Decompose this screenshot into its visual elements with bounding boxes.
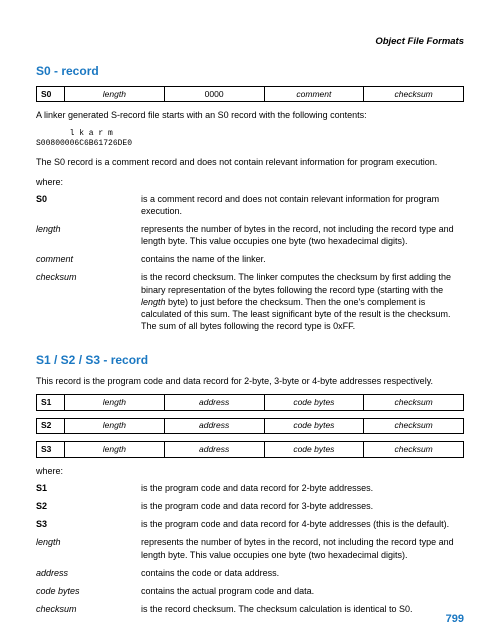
cell-checksum: checksum	[364, 395, 464, 410]
def-term: code bytes	[36, 585, 141, 603]
def-desc: is the record checksum. The linker compu…	[141, 271, 464, 338]
def-term: S1	[36, 482, 141, 500]
s0-heading: S0 - record	[36, 63, 464, 79]
def-desc: contains the code or data address.	[141, 567, 464, 585]
def-desc: is the program code and data record for …	[141, 518, 464, 536]
s123-heading: S1 / S2 / S3 - record	[36, 352, 464, 368]
def-term: S3	[36, 518, 141, 536]
cell-length: length	[65, 87, 165, 102]
def-term: checksum	[36, 271, 141, 338]
s0-where-label: where:	[36, 176, 464, 188]
s123-definition-list: S1 is the program code and data record f…	[36, 482, 464, 621]
def-term: S0	[36, 193, 141, 223]
s123-where-label: where:	[36, 465, 464, 477]
def-desc: is the program code and data record for …	[141, 482, 464, 500]
cell-length: length	[65, 395, 165, 410]
def-desc: is a comment record and does not contain…	[141, 193, 464, 223]
cell-length: length	[65, 442, 165, 457]
s0-note: The S0 record is a comment record and do…	[36, 156, 464, 168]
page-number: 799	[446, 612, 464, 627]
cell-s3: S3	[37, 442, 65, 457]
cell-address: address	[164, 395, 264, 410]
cell-address: address	[164, 418, 264, 433]
s1-record-table: S1 length address code bytes checksum	[36, 394, 464, 410]
def-desc: represents the number of bytes in the re…	[141, 223, 464, 253]
def-desc: contains the name of the linker.	[141, 253, 464, 271]
cell-comment: comment	[264, 87, 364, 102]
cell-address: address	[164, 442, 264, 457]
cell-checksum: checksum	[364, 87, 464, 102]
def-term: checksum	[36, 603, 141, 621]
cell-0000: 0000	[164, 87, 264, 102]
cell-checksum: checksum	[364, 418, 464, 433]
cell-codebytes: code bytes	[264, 442, 364, 457]
s123-intro: This record is the program code and data…	[36, 375, 464, 387]
cell-s2: S2	[37, 418, 65, 433]
def-desc: is the program code and data record for …	[141, 500, 464, 518]
def-term: length	[36, 223, 141, 253]
def-term: length	[36, 536, 141, 566]
cell-checksum: checksum	[364, 442, 464, 457]
def-term: S2	[36, 500, 141, 518]
cell-s1: S1	[37, 395, 65, 410]
page-content: Object File Formats S0 - record S0 lengt…	[0, 0, 500, 641]
page-header: Object File Formats	[36, 36, 464, 49]
def-desc: contains the actual program code and dat…	[141, 585, 464, 603]
s2-record-table: S2 length address code bytes checksum	[36, 418, 464, 434]
def-desc: represents the number of bytes in the re…	[141, 536, 464, 566]
cell-length: length	[65, 418, 165, 433]
s3-record-table: S3 length address code bytes checksum	[36, 441, 464, 457]
def-term: address	[36, 567, 141, 585]
def-desc: is the record checksum. The checksum cal…	[141, 603, 464, 621]
s0-definition-list: S0 is a comment record and does not cont…	[36, 193, 464, 338]
s0-record-table: S0 length 0000 comment checksum	[36, 86, 464, 102]
cell-s0: S0	[37, 87, 65, 102]
s0-example-block: l k a r m S00800006C6B61726DE0	[36, 129, 464, 150]
s0-intro: A linker generated S-record file starts …	[36, 109, 464, 121]
cell-codebytes: code bytes	[264, 395, 364, 410]
def-term: comment	[36, 253, 141, 271]
cell-codebytes: code bytes	[264, 418, 364, 433]
